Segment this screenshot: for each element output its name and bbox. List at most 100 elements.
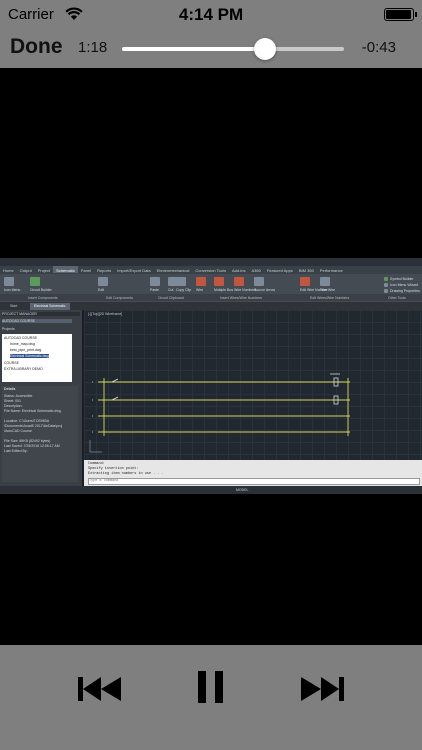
pause-icon — [198, 671, 223, 703]
details-row: Status: Accessible — [4, 394, 33, 398]
rung-marker: • — [92, 414, 94, 418]
rung-marker: • — [92, 398, 94, 402]
ribbon-tab: Schematic — [53, 266, 78, 273]
document-tabs: Start Electrical Schematic — [0, 302, 422, 310]
previous-track-icon — [78, 677, 121, 701]
projects-header: Projects — [2, 327, 15, 331]
scrubber-slider[interactable] — [122, 38, 344, 60]
ribbon-tool-label: Paste — [150, 288, 159, 292]
ribbon-tool-icon — [254, 277, 264, 286]
ribbon-tab: Project — [37, 268, 51, 273]
tree-item: home_map.dwg — [10, 342, 35, 346]
details-row: File Name: Electrical Schematic.dwg — [4, 409, 61, 413]
ribbon-tool-icon — [384, 289, 388, 293]
ribbon-tab: Conversion Tools — [195, 268, 226, 273]
tree-item-selected: Electrical Schematic.dwg — [10, 354, 49, 358]
ribbon-tool-icon — [214, 277, 224, 286]
ribbon-tool-label: Icon Menu Wizard — [390, 283, 419, 287]
details-row: Description: — [4, 404, 23, 408]
scrubber-played — [122, 47, 266, 51]
ribbon-tool-icon — [4, 277, 14, 286]
done-button[interactable]: Done — [10, 35, 63, 59]
ribbon-tool-icon — [384, 277, 388, 281]
app-titlebar — [0, 258, 422, 266]
ribbon-tab: Panel — [80, 268, 92, 273]
battery-fill — [386, 10, 411, 19]
ribbon-tool-icon — [30, 277, 40, 286]
drawing-canvas: [-][Top][2D Wireframe] • • • • — [84, 310, 422, 460]
scrubber-knob[interactable] — [254, 38, 277, 60]
player-top-bar: Done 1:18 -0:43 — [0, 30, 422, 68]
ribbon-panel-labels: Insert Components Edit Components Circuit … — [0, 294, 422, 301]
command-input: Type a command — [88, 478, 420, 485]
ribbon-tab: Output — [19, 268, 32, 273]
video-frame[interactable]: Home Output Project Schematic Panel Reports Im… — [0, 258, 422, 494]
project-manager-panel: PROJECT MANAGER AUTOCAD COURSE Projects … — [0, 310, 82, 486]
ribbon-tool-icon — [98, 277, 108, 286]
ribbon-panel-label: Circuit Clipboard — [158, 295, 184, 300]
ribbon-tabs: Home Output Project Schematic Panel Reports Im… — [0, 266, 422, 274]
ribbon-tab: Performance — [319, 268, 343, 273]
details-row: Location: C:\Users\TOSHIBA — [4, 419, 50, 423]
battery-icon — [384, 8, 417, 21]
details-panel: Details Status: Accessible Sheet: 001 Desc… — [2, 386, 78, 482]
details-row: \AutoCAD Course — [4, 429, 32, 433]
details-row: Last Saved: 7/28/2016 12:06:17 AM — [4, 444, 60, 448]
ribbon-tool-icon — [300, 277, 310, 286]
command-line: Command: — [88, 462, 105, 466]
ribbon-tool-label: Trim Wire — [320, 288, 336, 292]
ribbon-tab: Featured Apps — [266, 268, 293, 273]
command-line: Specify insertion point: — [88, 467, 139, 471]
doc-tab-start: Start — [10, 304, 18, 308]
ribbon-tool-label: Copy Clip — [176, 288, 192, 292]
ribbon-tab: Reports — [97, 268, 112, 273]
ribbon-tool-icon — [150, 277, 160, 286]
ribbon-tool-icon — [196, 277, 206, 286]
tree-item: AUTOCAD COURSE — [4, 336, 37, 340]
ribbon-tool-label: Edit — [98, 288, 105, 292]
ribbon-tool-icon — [234, 277, 244, 286]
next-track-button[interactable] — [292, 657, 352, 721]
ribbon-tool-label: Multiple Bus — [214, 288, 234, 292]
ribbon-tool-label: Drawing Properties — [390, 289, 420, 293]
ribbon-panel-label: Insert Components — [28, 295, 58, 300]
tree-item: COURSE — [4, 361, 19, 365]
next-track-icon — [301, 677, 344, 701]
player-bottom-bar — [0, 645, 422, 750]
project-dropdown: AUTOCAD COURSE — [2, 319, 72, 323]
ribbon-tab: Electromechanical — [156, 268, 190, 273]
tree-item: best_pipe_print.dwg — [10, 348, 42, 352]
ribbon-tool-label: Cut — [168, 288, 174, 292]
pause-button[interactable] — [182, 657, 240, 721]
doc-tab-schematic: Electrical Schematic — [30, 303, 70, 310]
ribbon-tool-icon — [384, 283, 388, 287]
project-manager-title: PROJECT MANAGER — [2, 312, 80, 316]
command-window: Command: Specify insertion point: Extrac… — [84, 460, 422, 486]
ribbon-tab: A360 — [251, 268, 261, 273]
details-row: \Documents\AcadE 2017\AeData\proj — [4, 424, 63, 428]
rung-marker: • — [92, 430, 94, 434]
ribbon-tool-label: Wire — [196, 288, 204, 292]
status-bar: Carrier 4:14 PM — [0, 0, 422, 30]
schematic-drawing: • • • • — [89, 373, 350, 453]
ribbon-tab: Import/Export Data — [117, 268, 151, 273]
details-row: File Size: 89KB (82492 bytes) — [4, 439, 51, 443]
details-header: Details — [4, 387, 16, 391]
ribbon-tool-label: Icon Menu — [4, 288, 21, 292]
ribbon-tool-icon — [320, 277, 330, 286]
ribbon-tab: BIM 360 — [298, 268, 314, 273]
ribbon-tool-label: Symbol Builder — [390, 277, 414, 281]
model-tab: MODEL — [236, 488, 249, 492]
ribbon-panel-label: Edit Components — [106, 295, 133, 300]
tree-item: EXTRA LIBRARY DEMO — [4, 367, 43, 371]
elapsed-time: 1:18 — [78, 39, 108, 56]
rung-marker: • — [92, 380, 94, 384]
ribbon-panel-label: Other Tools — [388, 295, 406, 300]
details-row: Sheet: 001 — [4, 399, 21, 403]
project-tree: AUTOCAD COURSE home_map.dwg best_pipe_pr… — [2, 334, 72, 382]
ribbon-tool-label: Source Arrow — [254, 288, 276, 292]
clock: 4:14 PM — [178, 5, 244, 24]
ribbon-panel-label: Insert Wires/Wire Numbers — [220, 295, 263, 300]
ribbon-panel-label: Edit Wires/Wire Numbers — [310, 295, 350, 300]
previous-track-button[interactable] — [70, 657, 130, 721]
